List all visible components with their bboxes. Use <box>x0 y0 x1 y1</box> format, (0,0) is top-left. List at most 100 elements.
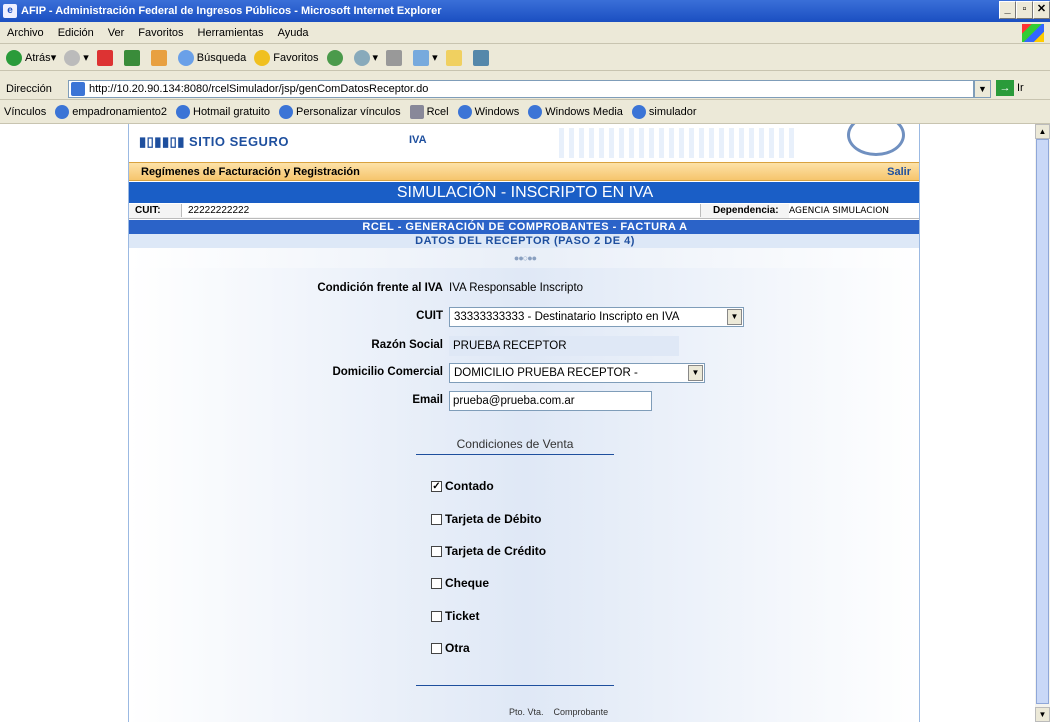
window-title: AFIP - Administración Federal de Ingreso… <box>21 5 442 17</box>
browser-window: e AFIP - Administración Federal de Ingre… <box>0 0 1050 722</box>
checkbox-box[interactable] <box>431 545 442 557</box>
sitio-seguro-logo: ▮▯▮▮▯▮ SITIO SEGURO <box>139 134 289 149</box>
address-dropdown[interactable]: ▼ <box>974 80 991 98</box>
favorites-button[interactable]: Favoritos <box>254 49 319 66</box>
chevron-down-icon: ▼ <box>688 365 703 381</box>
search-button[interactable]: Búsqueda <box>177 49 246 66</box>
link-label: Rcel <box>426 106 449 118</box>
checkbox-label: Cheque <box>445 576 490 590</box>
go-label: Ir <box>1017 82 1024 94</box>
condicion-row: Condición frente al IVA IVA Responsable … <box>129 278 919 300</box>
banner-iva: IVA <box>409 134 427 146</box>
close-icon[interactable]: ✕ <box>1033 1 1050 19</box>
minimize-icon[interactable]: _ <box>999 1 1016 19</box>
regimenes-title: Regímenes de Facturación y Registración <box>141 165 360 178</box>
link-label: Windows Media <box>545 106 623 118</box>
chevron-down-icon: ▼ <box>727 309 742 325</box>
razon-value: PRUEBA RECEPTOR <box>449 336 679 356</box>
menu-favoritos[interactable]: Favoritos <box>131 27 190 39</box>
checkbox-label: Otra <box>445 641 470 655</box>
ie-page-icon <box>631 105 646 119</box>
domicilio-label: Domicilio Comercial <box>332 366 443 378</box>
link-hotmail[interactable]: Hotmail gratuito <box>176 105 270 119</box>
maximize-icon[interactable]: ▫ <box>1016 1 1033 19</box>
link-rcel[interactable]: Rcel <box>409 105 449 119</box>
checkbox-tarjeta-credito[interactable]: Tarjeta de Crédito <box>431 544 546 558</box>
checkbox-contado[interactable]: ✓ Contado <box>431 479 494 493</box>
address-url: http://10.20.90.134:8080/rcelSimulador/j… <box>89 83 429 95</box>
link-windows[interactable]: Windows <box>457 105 520 119</box>
stop-button[interactable] <box>96 49 116 66</box>
links-bar: Vínculos empadronamiento2 Hotmail gratui… <box>0 101 1050 124</box>
checkbox-box[interactable] <box>431 642 442 654</box>
refresh-icon <box>123 49 140 66</box>
ie-page-icon <box>279 105 294 119</box>
checkbox-box[interactable] <box>431 577 442 589</box>
print-button[interactable] <box>386 49 405 66</box>
favorites-label: Favoritos <box>273 51 319 64</box>
comprobante-label: Comprobante <box>553 707 609 717</box>
menu-herramientas[interactable]: Herramientas <box>191 27 271 39</box>
menu-edicion[interactable]: Edición <box>51 27 101 39</box>
scrollbar-thumb[interactable] <box>1036 139 1049 704</box>
forward-button[interactable]: ▾ <box>64 49 89 66</box>
cuit-select[interactable]: 33333333333 - Destinatario Inscripto en … <box>449 307 744 327</box>
address-bar: Dirección http://10.20.90.134:8080/rcelS… <box>0 78 1050 100</box>
cuit-bar: CUIT: 22222222222 Dependencia: AGENCIA S… <box>129 204 919 219</box>
history-button[interactable] <box>326 49 346 66</box>
checkbox-box[interactable]: ✓ <box>431 480 442 492</box>
ie-page-icon <box>528 105 543 119</box>
go-button[interactable]: → Ir <box>996 80 1024 96</box>
scroll-down-icon[interactable]: ▼ <box>1035 707 1050 722</box>
stop-icon <box>96 49 113 66</box>
menu-archivo[interactable]: Archivo <box>0 27 51 39</box>
condicion-value: IVA Responsable Inscripto <box>449 282 584 294</box>
home-button[interactable] <box>150 49 170 66</box>
vertical-scrollbar[interactable]: ▲ ▼ <box>1035 124 1050 722</box>
domicilio-select[interactable]: DOMICILIO PRUEBA RECEPTOR - ▼ <box>449 363 705 383</box>
sitio-seguro-text: SITIO SEGURO <box>189 134 289 149</box>
link-windows-media[interactable]: Windows Media <box>528 105 623 119</box>
ie-page-icon <box>176 105 190 119</box>
folder-button[interactable] <box>445 49 465 66</box>
link-label: Personalizar vínculos <box>296 106 401 118</box>
address-input[interactable]: http://10.20.90.134:8080/rcelSimulador/j… <box>68 80 974 98</box>
home-icon <box>150 49 167 66</box>
link-label: Windows <box>474 106 520 118</box>
link-simulador[interactable]: simulador <box>631 105 697 119</box>
window-controls: _ ▫ ✕ <box>999 1 1050 19</box>
checkbox-ticket[interactable]: Ticket <box>431 609 479 623</box>
messenger-button[interactable] <box>472 49 492 66</box>
condiciones-title: Condiciones de Venta <box>416 437 614 455</box>
dependencia-value: AGENCIA SIMULACION <box>789 204 919 218</box>
checkbox-box[interactable] <box>431 513 442 525</box>
menu-ver[interactable]: Ver <box>101 27 132 39</box>
refresh-button[interactable] <box>123 49 143 66</box>
checkbox-box[interactable] <box>431 610 442 622</box>
link-personalizar[interactable]: Personalizar vínculos <box>279 105 401 119</box>
page-icon <box>71 82 85 96</box>
section-divider <box>416 685 614 686</box>
dependencia-label: Dependencia: <box>713 205 779 216</box>
mail-button[interactable]: ▾ <box>353 49 378 66</box>
link-label: empadronamiento2 <box>72 106 167 118</box>
menu-ayuda[interactable]: Ayuda <box>271 27 316 39</box>
edit-button[interactable]: ▾ <box>413 49 438 66</box>
checkbox-label: Contado <box>445 479 494 493</box>
salir-link[interactable]: Salir <box>887 166 911 178</box>
checkbox-otra[interactable]: Otra <box>431 641 470 655</box>
forward-arrow-icon <box>64 49 81 66</box>
email-input[interactable]: prueba@prueba.com.ar <box>449 391 652 411</box>
checkbox-cheque[interactable]: Cheque <box>431 576 489 590</box>
domicilio-row: Domicilio Comercial DOMICILIO PRUEBA REC… <box>129 362 919 384</box>
messenger-icon <box>472 49 489 66</box>
step-indicator: ●●○●● <box>129 248 919 268</box>
back-button[interactable]: Atrás ▾ <box>6 49 56 66</box>
checkbox-tarjeta-debito[interactable]: Tarjeta de Débito <box>431 512 541 526</box>
link-empadronamiento2[interactable]: empadronamiento2 <box>55 105 167 119</box>
afip-page: ▮▯▮▮▯▮ SITIO SEGURO IVA Regímenes de Fac… <box>128 124 920 722</box>
ie-icon: e <box>3 4 17 18</box>
scroll-up-icon[interactable]: ▲ <box>1035 124 1050 139</box>
back-arrow-icon <box>6 49 22 66</box>
email-label: Email <box>412 394 443 406</box>
